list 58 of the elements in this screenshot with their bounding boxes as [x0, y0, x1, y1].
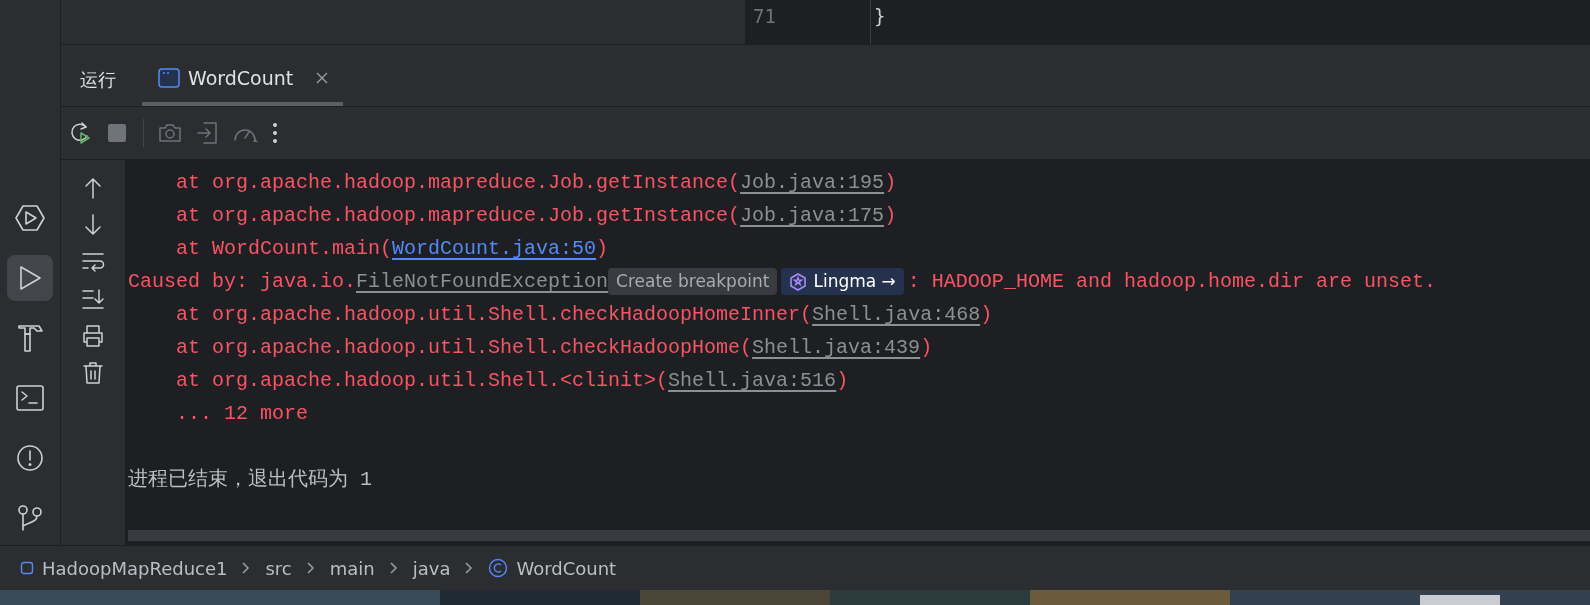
- trash-icon[interactable]: [82, 361, 104, 385]
- chevron-right-icon: [388, 561, 399, 575]
- hammer-icon: [16, 323, 44, 353]
- chevron-right-icon: [305, 561, 316, 575]
- breadcrumb[interactable]: src: [265, 557, 292, 579]
- breadcrumb[interactable]: java: [412, 557, 451, 579]
- console-text: Caused by: java.io.: [128, 269, 357, 295]
- console-text: ): [884, 170, 897, 196]
- run-tab[interactable]: WordCount: [142, 45, 344, 106]
- console-text: at org.apache.hadoop.mapreduce.Job.getInstance(: [176, 203, 741, 229]
- source-link[interactable]: Job.java:195: [740, 166, 885, 199]
- console-text: ... 12 more: [176, 401, 309, 427]
- console-text: ): [920, 335, 933, 361]
- console-text: ): [980, 302, 993, 328]
- breadcrumb[interactable]: main: [329, 557, 375, 579]
- run-icon: [17, 264, 43, 292]
- source-link[interactable]: Shell.java:516: [668, 364, 837, 397]
- console-text: ): [884, 203, 897, 229]
- scroll-to-end-icon[interactable]: [81, 287, 105, 311]
- console-text: at org.apache.hadoop.util.Shell.<clinit>(: [176, 368, 669, 394]
- branch-icon: [17, 504, 43, 532]
- source-link[interactable]: Shell.java:468: [812, 298, 981, 331]
- horizontal-scrollbar[interactable]: [128, 530, 1590, 541]
- chevron-right-icon: [241, 561, 252, 575]
- console-text: : HADOOP_HOME and hadoop.home.dir are unset.: [907, 269, 1436, 295]
- source-link[interactable]: FileNotFoundException: [356, 265, 609, 298]
- code-line: }: [874, 6, 887, 26]
- assistant-button[interactable]: Lingma →: [781, 268, 904, 295]
- source-link[interactable]: Shell.java:439: [752, 331, 921, 364]
- breadcrumb[interactable]: WordCount: [516, 557, 617, 579]
- class-icon: [488, 558, 509, 578]
- console-text: ): [596, 236, 609, 262]
- tool-window-button[interactable]: [7, 255, 53, 301]
- console-text: at WordCount.main(: [176, 236, 393, 262]
- wrap-icon[interactable]: [81, 250, 105, 274]
- source-link[interactable]: WordCount.java:50: [392, 232, 597, 265]
- line-number: 71: [753, 6, 777, 26]
- up-arrow-icon[interactable]: [82, 176, 104, 200]
- hexagon-star-icon: [789, 272, 808, 291]
- console-text: at org.apache.hadoop.mapreduce.Job.getInstance(: [176, 170, 741, 196]
- close-icon[interactable]: [315, 70, 330, 85]
- print-icon[interactable]: [81, 324, 105, 348]
- source-link[interactable]: Job.java:175: [740, 199, 885, 232]
- breakpoint-hint-button[interactable]: Create breakpoint: [608, 268, 778, 295]
- console-text: at org.apache.hadoop.util.Shell.checkHadoopHomeInner(: [176, 302, 813, 328]
- panel-title: 运行: [79, 67, 117, 92]
- chevron-right-icon: [464, 561, 475, 575]
- console-icon: [158, 67, 180, 88]
- console-text: ): [836, 368, 849, 394]
- exit-message: 进程已结束，退出代码为 1: [128, 467, 372, 493]
- more-icon[interactable]: [270, 120, 280, 146]
- console-text: at org.apache.hadoop.util.Shell.checkHadoopHome(: [176, 335, 753, 361]
- breadcrumb[interactable]: HadoopMapReduce1: [42, 557, 228, 579]
- module-icon: [20, 561, 34, 575]
- services-icon: [15, 204, 45, 232]
- warning-icon: [16, 444, 44, 472]
- down-arrow-icon[interactable]: [82, 213, 104, 237]
- terminal-icon: [16, 385, 44, 411]
